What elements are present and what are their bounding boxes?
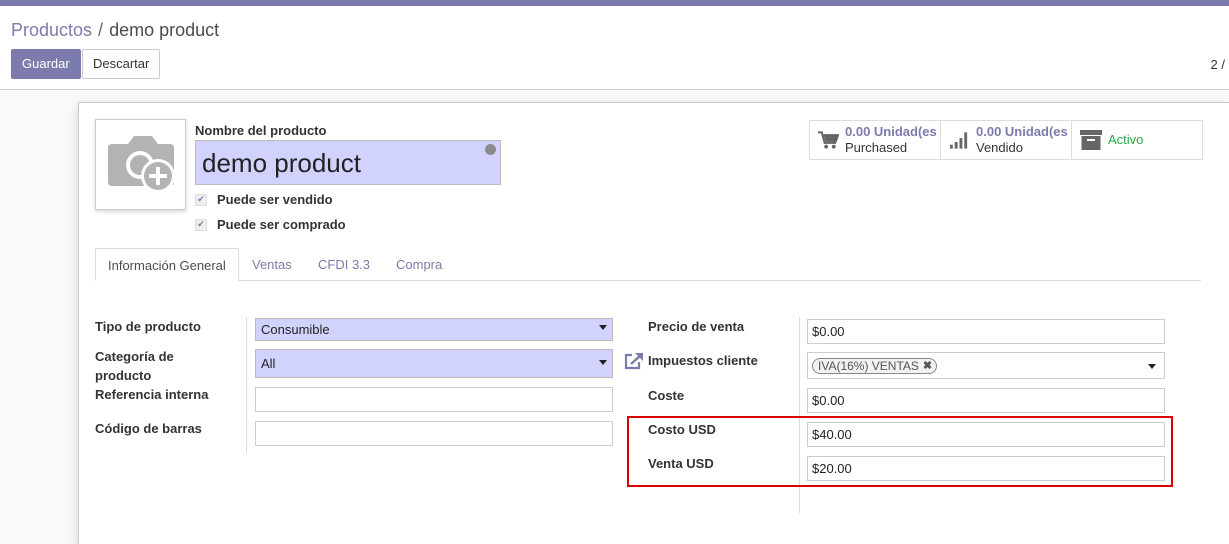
remove-tag-icon[interactable]: ✖ <box>923 359 932 373</box>
purchased-label: Purchased <box>845 140 908 155</box>
notebook-tabs: Información General Ventas CFDI 3.3 Comp… <box>95 248 1201 281</box>
caret-down-icon <box>599 325 607 330</box>
product-name-value: demo product <box>202 148 361 178</box>
camera-add-icon <box>107 135 175 193</box>
barcode-label: Código de barras <box>95 421 202 436</box>
can-be-purchased-checkbox[interactable]: ✔ <box>195 218 207 231</box>
can-be-sold-row: ✔ Puede ser vendido <box>195 192 333 207</box>
caret-down-icon[interactable] <box>1148 364 1156 369</box>
sold-value: 0.00 Unidad(es <box>976 124 1068 139</box>
stat-button-sold[interactable]: 0.00 Unidad(es Vendido <box>940 120 1072 160</box>
can-be-purchased-label: Puede ser comprado <box>217 217 346 232</box>
tab-general-info[interactable]: Información General <box>95 248 239 281</box>
category-label: Categoría de producto <box>95 349 174 383</box>
purchased-value: 0.00 Unidad(es <box>845 124 937 139</box>
tax-tag-label: IVA(16%) VENTAS <box>818 359 919 373</box>
sale-price-input[interactable]: $0.00 <box>807 319 1165 344</box>
sold-label: Vendido <box>976 140 1023 155</box>
customer-taxes-input[interactable]: IVA(16%) VENTAS ✖ <box>807 352 1165 379</box>
shopping-cart-icon <box>818 131 839 149</box>
tab-sales[interactable]: Ventas <box>252 248 292 281</box>
sale-price-label: Precio de venta <box>648 319 745 334</box>
cost-label: Coste <box>648 388 685 403</box>
translate-globe-icon[interactable] <box>485 144 496 155</box>
control-panel: Productos / demo product Guardar Descartar… <box>0 6 1229 90</box>
tab-cfdi[interactable]: CFDI 3.3 <box>318 248 370 281</box>
category-value: All <box>261 356 276 371</box>
product-type-value: Consumible <box>261 322 330 337</box>
barcode-input[interactable] <box>255 421 613 446</box>
archive-icon <box>1080 130 1102 150</box>
breadcrumb: Productos / demo product <box>11 20 219 41</box>
customer-taxes-label: Impuestos cliente <box>648 353 758 368</box>
cost-input[interactable]: $0.00 <box>807 388 1165 413</box>
product-name-input[interactable]: demo product <box>195 140 501 185</box>
external-link-icon[interactable] <box>624 352 644 370</box>
can-be-purchased-row: ✔ Puede ser comprado <box>195 217 346 232</box>
can-be-sold-checkbox[interactable]: ✔ <box>195 193 207 206</box>
pager[interactable]: 2 / <box>1211 57 1225 72</box>
product-image[interactable] <box>95 119 186 210</box>
tax-tag: IVA(16%) VENTAS ✖ <box>812 358 938 374</box>
can-be-sold-label: Puede ser vendido <box>217 192 333 207</box>
product-type-select[interactable]: Consumible <box>255 318 613 341</box>
active-status-label: Activo <box>1108 132 1144 147</box>
internal-ref-label: Referencia interna <box>95 387 209 402</box>
category-select[interactable]: All <box>255 349 613 378</box>
stat-button-purchased[interactable]: 0.00 Unidad(es Purchased <box>809 120 941 160</box>
product-type-label: Tipo de producto <box>95 319 201 334</box>
breadcrumb-separator: / <box>98 20 104 40</box>
highlight-annotation-box <box>627 416 1173 487</box>
tab-purchase[interactable]: Compra <box>396 248 442 281</box>
save-button[interactable]: Guardar <box>11 49 81 79</box>
bar-chart-icon <box>949 132 968 149</box>
breadcrumb-parent-link[interactable]: Productos <box>11 20 92 40</box>
label-separator-left <box>246 317 247 453</box>
breadcrumb-current: demo product <box>109 20 220 40</box>
stat-button-active[interactable]: Activo <box>1071 120 1203 160</box>
caret-down-icon <box>599 360 607 365</box>
internal-ref-input[interactable] <box>255 387 613 412</box>
product-name-label: Nombre del producto <box>195 123 327 138</box>
discard-button[interactable]: Descartar <box>82 49 161 79</box>
